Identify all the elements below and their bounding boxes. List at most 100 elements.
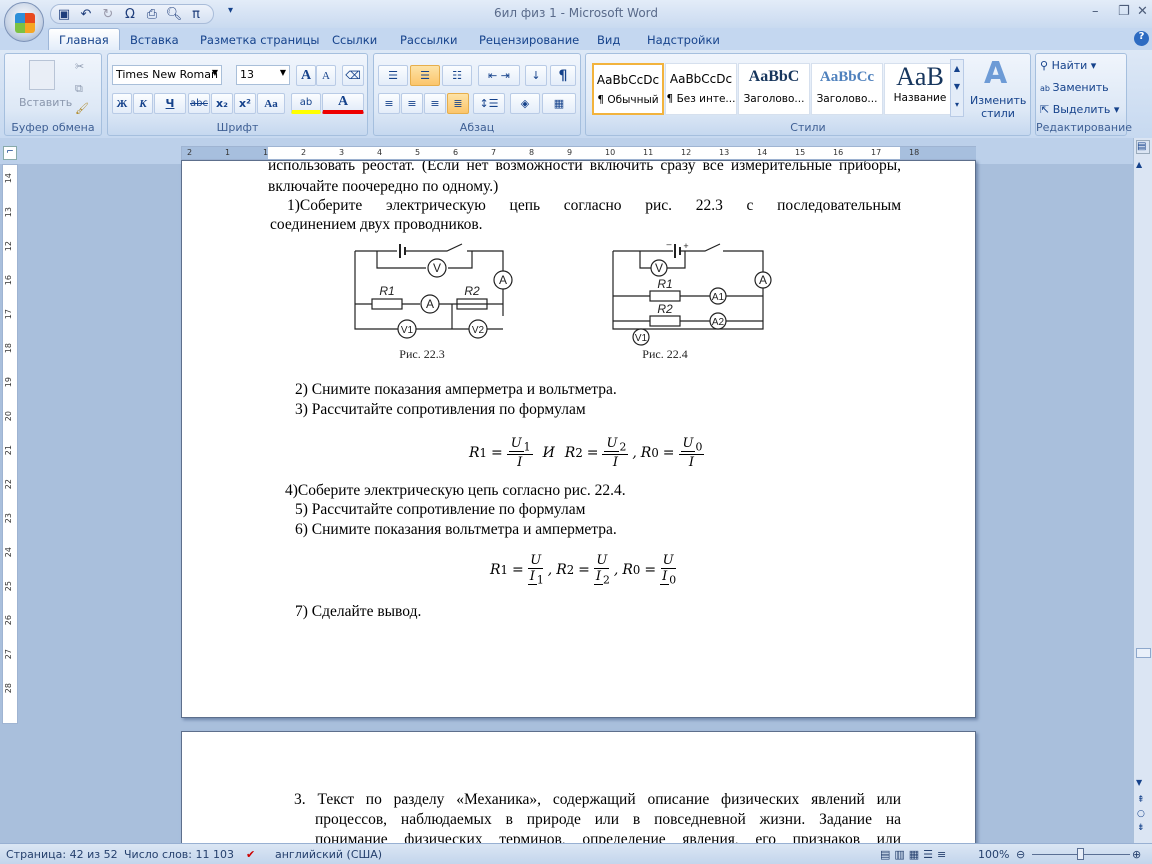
style-title[interactable]: AaB Название xyxy=(884,63,956,115)
customize-qat-icon[interactable]: ▾ xyxy=(228,5,233,16)
vertical-scrollbar[interactable]: ▤ ▲ ▼ ⇞ ○ ⇟ xyxy=(1133,138,1152,843)
restore-button[interactable]: ❐ xyxy=(1118,4,1130,19)
tab-mailings[interactable]: Рассылки xyxy=(400,33,457,47)
subscript-button[interactable]: x₂ xyxy=(211,93,233,114)
undo-icon[interactable]: ↶ xyxy=(77,7,95,22)
ammeter-label: A2 xyxy=(712,317,725,328)
zoom-slider-thumb[interactable] xyxy=(1077,848,1084,860)
cut-icon[interactable]: ✂ xyxy=(75,60,84,73)
style-heading1[interactable]: AaBbC Заголово... xyxy=(738,63,810,115)
line-spacing-button[interactable]: ↕☰ xyxy=(473,93,505,114)
align-left-button[interactable]: ≡ xyxy=(378,93,400,114)
horizontal-ruler[interactable]: 2 1 1 2 3 4 5 6 7 8 9 10 11 12 13 14 15 16 17 18 xyxy=(181,146,976,160)
paragraph-group: ☰ ☰ ☷ ⇤ ⇥ ↓ ¶ ≡ ≡ ≡ ≣ ↕☰ ◈ ▦ Абзац xyxy=(373,53,581,136)
page-count[interactable]: Страница: 42 из 52 xyxy=(6,848,118,861)
style-no-spacing[interactable]: AaBbCcDc ¶ Без инте... xyxy=(665,63,737,115)
zoom-in-icon[interactable]: ⊕ xyxy=(1132,848,1141,861)
borders-button[interactable]: ▦ xyxy=(542,93,576,114)
paste-button[interactable]: Вставить xyxy=(19,96,72,109)
resistor-label: R2 xyxy=(464,284,480,298)
show-formatting-button[interactable]: ¶ xyxy=(550,65,576,86)
ammeter-label: A xyxy=(759,273,767,287)
find-button[interactable]: ⚲ Найти ▾ xyxy=(1040,59,1096,72)
font-color-button[interactable]: A xyxy=(322,93,364,114)
strikethrough-button[interactable]: abc xyxy=(188,93,210,114)
style-normal[interactable]: AaBbCcDc ¶ Обычный xyxy=(592,63,664,115)
ruler-tick-label: 7 xyxy=(491,148,497,157)
highlight-button[interactable]: ab xyxy=(291,93,321,114)
font-name-select[interactable]: Times New Roman ▼ xyxy=(112,65,222,85)
proofing-icon[interactable]: ✔︎ xyxy=(246,848,255,861)
list-item: 3. Текст по разделу «Механика», содержащ… xyxy=(294,791,901,808)
document-page-2[interactable]: 3. Текст по разделу «Механика», содержащ… xyxy=(181,731,976,861)
ruler-tick-label: 26 xyxy=(4,615,13,626)
ruler-tick-label: 18 xyxy=(909,148,920,157)
underline-button[interactable]: Ч xyxy=(154,93,186,114)
sort-button[interactable]: ↓ xyxy=(525,65,547,86)
style-heading2[interactable]: AaBbCc Заголово... xyxy=(811,63,883,115)
word-count[interactable]: Число слов: 11 103 xyxy=(124,848,234,861)
format-painter-icon[interactable]: 🖌︎ xyxy=(75,102,89,115)
scroll-thumb[interactable] xyxy=(1136,648,1151,658)
print-preview-icon[interactable]: 🔍︎ xyxy=(165,7,183,22)
numbering-button[interactable]: ☰ xyxy=(410,65,440,86)
zoom-level[interactable]: 100% xyxy=(978,848,1009,861)
save-icon[interactable]: ▣ xyxy=(55,7,73,22)
symbol-omega-icon[interactable]: Ω xyxy=(121,7,139,22)
vertical-ruler[interactable]: 14 13 12 16 17 18 19 20 21 22 23 24 25 26 27 28 xyxy=(2,164,18,724)
italic-button[interactable]: К xyxy=(133,93,153,114)
shading-button[interactable]: ◈ xyxy=(510,93,540,114)
multilevel-list-button[interactable]: ☷ xyxy=(442,65,472,86)
tab-view[interactable]: Вид xyxy=(597,33,620,47)
styles-scroll[interactable]: ▲ ▼ ▾ xyxy=(950,59,964,117)
paragraph-label: Абзац xyxy=(459,121,495,134)
justify-button[interactable]: ≣ xyxy=(447,93,469,114)
scroll-down-icon[interactable]: ▼ xyxy=(1136,778,1142,787)
change-styles-button[interactable]: Изменить стили xyxy=(970,94,1026,120)
ruler-tick-label: 14 xyxy=(757,148,768,157)
tab-addins[interactable]: Надстройки xyxy=(647,33,720,47)
grow-font-button[interactable]: A xyxy=(296,65,316,86)
bullets-button[interactable]: ☰ xyxy=(378,65,408,86)
clear-formatting-icon[interactable]: ⌫ xyxy=(342,65,364,86)
indent-buttons[interactable]: ⇤ ⇥ xyxy=(478,65,520,86)
tab-page-layout[interactable]: Разметка страницы xyxy=(200,33,319,47)
print-icon[interactable]: ⎙ xyxy=(143,7,161,22)
list-item: 7) Сделайте вывод. xyxy=(295,603,422,620)
ruler-tick-label: 18 xyxy=(4,343,13,354)
select-button[interactable]: ⇱ Выделить ▾ xyxy=(1040,103,1119,116)
view-buttons[interactable]: ▤▥▦☰≡ xyxy=(880,848,950,861)
document-page[interactable]: использовать реостат. (Если нет возможно… xyxy=(181,160,976,718)
view-ruler-icon[interactable]: ▤ xyxy=(1136,140,1150,154)
tab-home[interactable]: Главная xyxy=(48,28,120,50)
pi-equation-icon[interactable]: π xyxy=(187,7,205,22)
language[interactable]: английский (США) xyxy=(275,848,382,861)
scroll-up-icon[interactable]: ▲ xyxy=(1136,160,1142,169)
redo-icon[interactable]: ↻ xyxy=(99,7,117,22)
tab-review[interactable]: Рецензирование xyxy=(479,33,579,47)
office-button[interactable] xyxy=(4,2,44,42)
ruler-tick-label: 2 xyxy=(301,148,307,157)
copy-icon[interactable]: ⧉ xyxy=(75,82,83,96)
voltmeter-label: V2 xyxy=(472,325,485,336)
tab-references[interactable]: Ссылки xyxy=(332,33,377,47)
change-case-button[interactable]: Aa xyxy=(257,93,285,114)
replace-button[interactable]: ab Заменить xyxy=(1040,81,1109,94)
align-center-button[interactable]: ≡ xyxy=(401,93,423,114)
superscript-button[interactable]: x² xyxy=(234,93,256,114)
replace-icon: ab xyxy=(1040,84,1053,93)
resistor-label: R1 xyxy=(657,277,672,291)
minimize-button[interactable]: – xyxy=(1092,4,1099,19)
browse-object-icons[interactable]: ⇞ ○ ⇟ xyxy=(1137,793,1145,835)
zoom-out-icon[interactable]: ⊖ xyxy=(1016,848,1025,861)
tab-selector-icon[interactable]: ⌐ xyxy=(3,146,17,160)
font-size-select[interactable]: 13 ▼ xyxy=(236,65,290,85)
help-icon[interactable]: ? xyxy=(1134,31,1149,46)
close-button[interactable]: ✕ xyxy=(1137,4,1148,19)
zoom-slider[interactable] xyxy=(1032,848,1130,860)
align-right-button[interactable]: ≡ xyxy=(424,93,446,114)
tab-insert[interactable]: Вставка xyxy=(130,33,179,47)
shrink-font-button[interactable]: A xyxy=(316,65,336,86)
ruler-tick-label: 12 xyxy=(681,148,692,157)
bold-button[interactable]: Ж xyxy=(112,93,132,114)
